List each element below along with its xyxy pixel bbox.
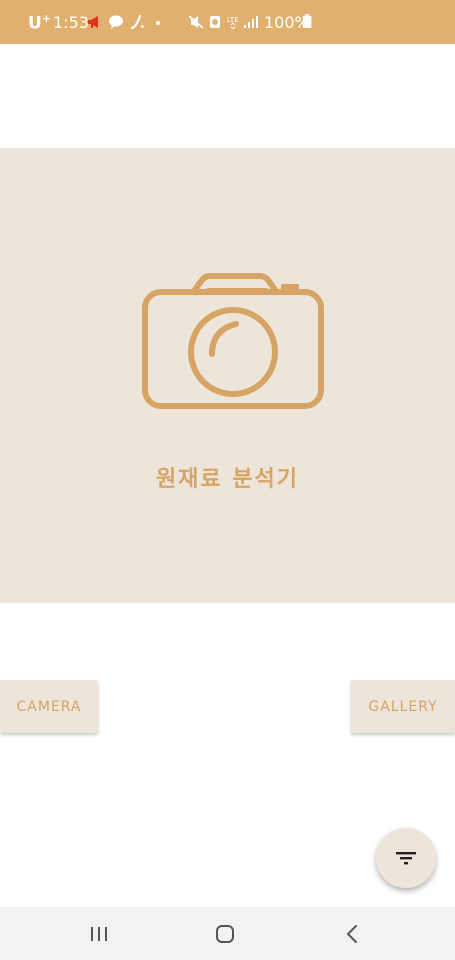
megaphone-icon <box>88 16 98 28</box>
filter-button[interactable] <box>376 828 436 888</box>
system-nav-bar <box>0 907 455 960</box>
dot-icon <box>156 21 160 25</box>
lte-icon: LTE <box>227 16 239 29</box>
app-title: 원재료 분석기 <box>155 467 300 492</box>
hero-panel: 원재료 분석기 <box>0 148 455 603</box>
camera-button[interactable]: CAMERA <box>0 680 98 733</box>
missed-call-icon <box>130 15 144 29</box>
gallery-button-label: GALLERY <box>368 698 438 715</box>
camera-icon <box>142 273 324 409</box>
status-time: 1:53 <box>53 13 89 32</box>
status-bar: U+ 1:53 LTE 100% <box>0 0 455 44</box>
back-icon[interactable] <box>340 921 366 947</box>
carrier-label: U+ <box>28 12 52 34</box>
home-icon[interactable] <box>212 921 238 947</box>
mute-icon <box>188 15 204 29</box>
chat-bubble-icon <box>109 15 123 29</box>
filter-icon <box>396 852 416 865</box>
gallery-button[interactable]: GALLERY <box>351 680 455 733</box>
recent-apps-icon[interactable] <box>86 921 112 947</box>
signal-icon <box>244 16 258 28</box>
alarm-icon <box>210 16 220 28</box>
camera-button-label: CAMERA <box>16 698 82 715</box>
battery-icon <box>302 14 312 28</box>
